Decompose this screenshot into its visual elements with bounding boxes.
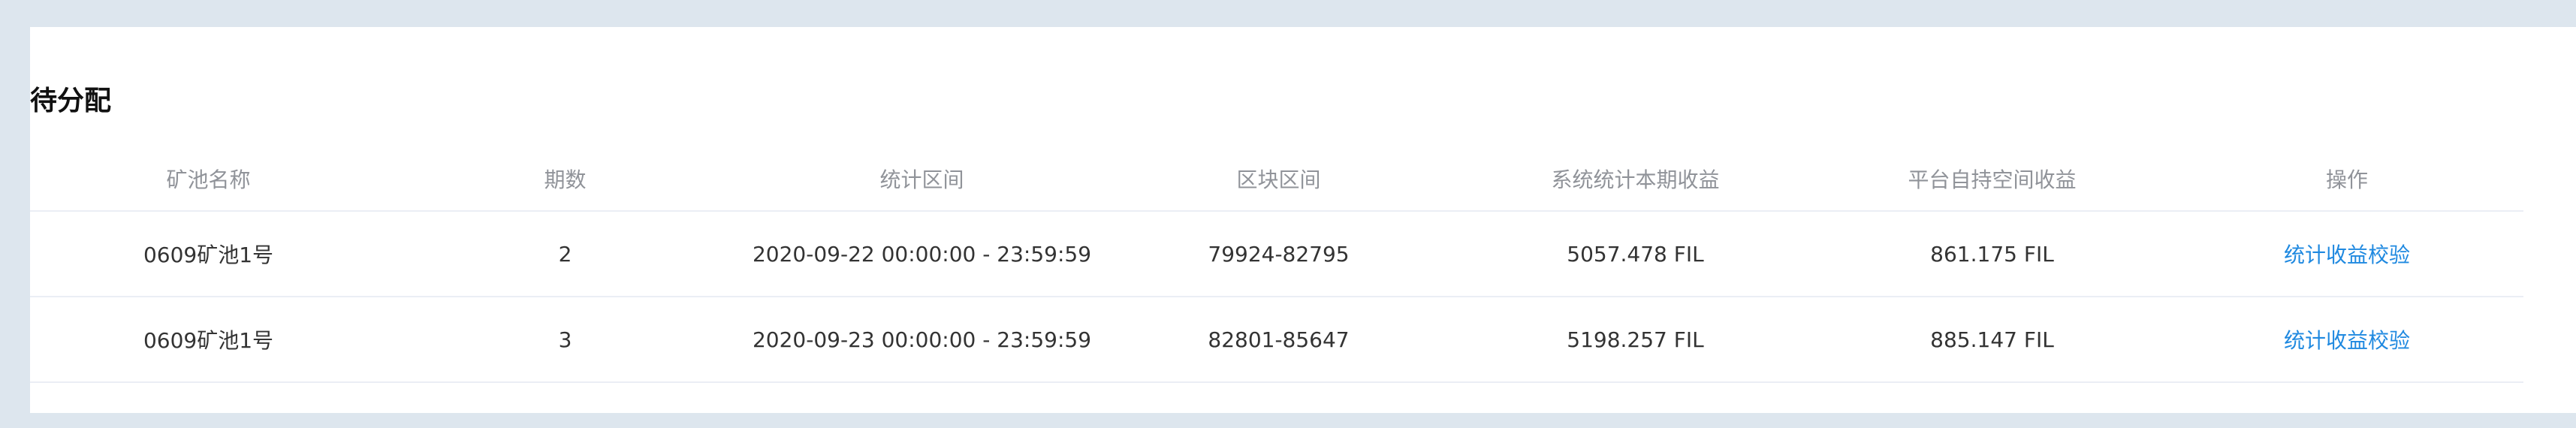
verify-income-link[interactable]: 统计收益校验 [2284,324,2410,354]
column-header-period: 期数 [544,167,587,192]
cell-block-range: 82801-85647 [1208,327,1350,352]
column-header-stat-range: 统计区间 [879,167,964,192]
cell-actions: 统计收益校验 [2170,297,2523,381]
cell-system-income: 5198.257 FIL [1567,327,1704,352]
section-title: 待分配 [30,86,112,116]
column-header-system-income: 系统统计本期收益 [1551,167,1720,192]
cell-platform-income: 885.147 FIL [1930,327,2054,352]
cell-period: 3 [558,327,572,352]
column-header-platform-income: 平台自持空间收益 [1908,167,2077,192]
cell-actions: 统计收益校验 [2170,212,2523,296]
cell-platform-income: 861.175 FIL [1930,241,2054,267]
table-row: 0609矿池1号 3 2020-09-23 00:00:00 - 23:59:5… [30,297,2523,383]
verify-income-link[interactable]: 统计收益校验 [2284,239,2410,269]
cell-stat-range: 2020-09-23 00:00:00 - 23:59:59 [752,327,1092,352]
cell-system-income: 5057.478 FIL [1567,241,1704,267]
column-header-block-range: 区块区间 [1236,167,1321,192]
column-header-pool-name: 矿池名称 [166,167,251,192]
table-row: 0609矿池1号 2 2020-09-22 00:00:00 - 23:59:5… [30,212,2523,297]
column-header-actions: 操作 [2325,167,2368,192]
table-header: 矿池名称 期数 统计区间 区块区间 系统统计本期收益 平台自持空间收益 操作 [30,147,2523,212]
cell-period: 2 [558,241,572,267]
cell-stat-range: 2020-09-22 00:00:00 - 23:59:59 [752,241,1092,267]
pending-distribution-table: 矿池名称 期数 统计区间 区块区间 系统统计本期收益 平台自持空间收益 操作 0… [30,147,2523,383]
cell-block-range: 79924-82795 [1208,241,1350,267]
cell-pool-name: 0609矿池1号 [143,243,274,267]
cell-pool-name: 0609矿池1号 [143,328,274,353]
